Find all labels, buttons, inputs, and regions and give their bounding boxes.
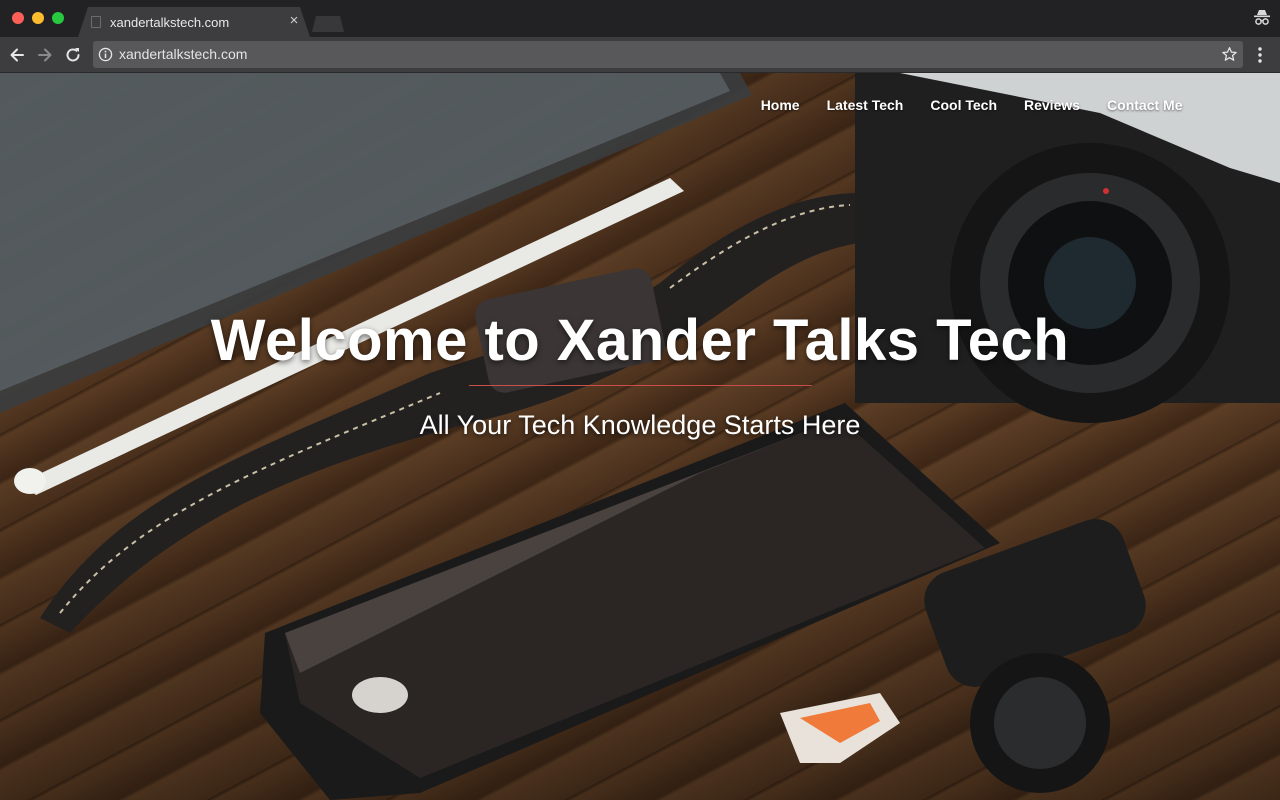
incognito-icon bbox=[1254, 10, 1270, 25]
hero-title: Welcome to Xander Talks Tech bbox=[210, 308, 1070, 373]
nav-link-contact-me[interactable]: Contact Me bbox=[1094, 95, 1196, 115]
tab-title: xandertalkstech.com bbox=[110, 15, 230, 30]
hero-subtitle: All Your Tech Knowledge Starts Here bbox=[419, 410, 861, 440]
reload-icon[interactable] bbox=[63, 45, 83, 65]
close-window-button[interactable] bbox=[12, 12, 24, 24]
back-arrow-icon[interactable] bbox=[7, 45, 27, 65]
browser-tab[interactable]: xandertalkstech.com × bbox=[78, 7, 310, 37]
url-text[interactable]: xandertalkstech.com bbox=[119, 46, 247, 62]
hero-section: Home Latest Tech Cool Tech Reviews Conta… bbox=[0, 73, 1280, 800]
nav-link-home[interactable]: Home bbox=[747, 95, 813, 115]
minimize-window-button[interactable] bbox=[32, 12, 44, 24]
browser-toolbar: xandertalkstech.com bbox=[0, 37, 1280, 73]
site-navigation: Home Latest Tech Cool Tech Reviews Conta… bbox=[747, 95, 1196, 115]
nav-link-latest-tech[interactable]: Latest Tech bbox=[813, 95, 917, 115]
address-bar[interactable]: xandertalkstech.com bbox=[93, 41, 1243, 68]
info-icon[interactable] bbox=[98, 47, 113, 62]
close-icon[interactable]: × bbox=[286, 12, 302, 30]
forward-arrow-icon[interactable] bbox=[35, 45, 55, 65]
page-icon bbox=[91, 16, 101, 28]
maximize-window-button[interactable] bbox=[52, 12, 64, 24]
nav-link-reviews[interactable]: Reviews bbox=[1011, 95, 1094, 115]
browser-tab-strip: xandertalkstech.com × bbox=[0, 0, 1280, 37]
new-tab-button[interactable] bbox=[312, 16, 344, 32]
star-icon[interactable] bbox=[1221, 46, 1238, 63]
menu-icon[interactable] bbox=[1252, 45, 1268, 65]
nav-link-cool-tech[interactable]: Cool Tech bbox=[917, 95, 1011, 115]
hero-divider bbox=[469, 385, 812, 386]
